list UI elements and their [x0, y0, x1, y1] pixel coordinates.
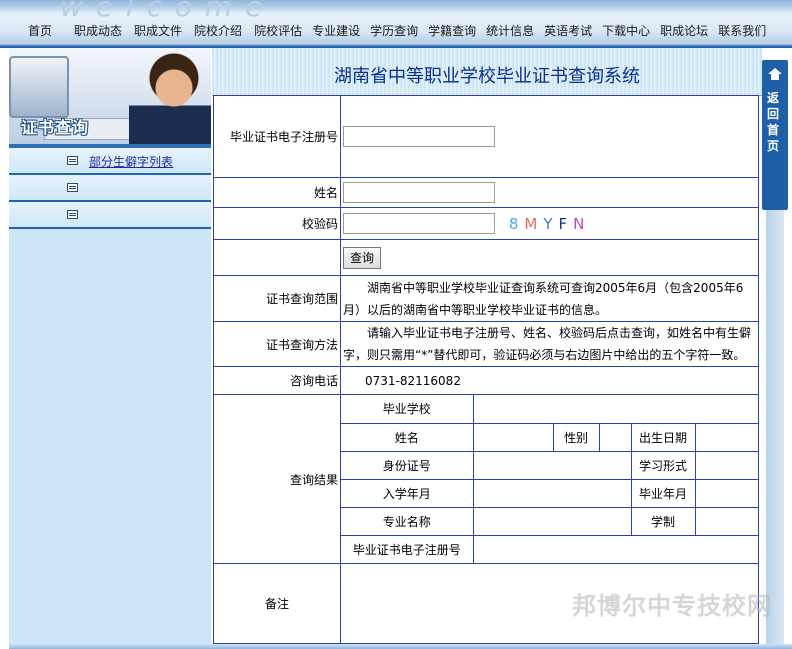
- result-graduate-value: [694, 478, 760, 508]
- nav-item-downloads[interactable]: 下载中心: [602, 20, 650, 42]
- scope-label: 证书查询范围: [213, 275, 341, 322]
- phone-value: 0731-82116082: [365, 373, 461, 388]
- result-table: 毕业学校 姓名 性别 出生日期 身份证号 学习形式 入学年月 毕业年月 专业名称…: [341, 395, 760, 563]
- captcha-input[interactable]: [343, 213, 495, 234]
- page-title: 湖南省中等职业学校毕业证书查询系统: [334, 66, 640, 87]
- site-watermark: 邦博尔中专技校网: [572, 592, 772, 620]
- sidebar-item-rare-chars[interactable]: 部分生僻字列表: [9, 148, 211, 175]
- sidebar-item-label[interactable]: 部分生僻字列表: [89, 153, 173, 170]
- method-text: 请输入毕业证书电子注册号、姓名、校验码后点击查询，如姓名中有生僻字，则只需用“*…: [343, 326, 752, 362]
- bottom-border: [9, 644, 792, 649]
- nav-item-schools[interactable]: 院校介绍: [194, 20, 242, 42]
- nav-item-contact[interactable]: 联系我们: [718, 20, 766, 42]
- sidebar-item-empty-2[interactable]: [9, 202, 211, 229]
- document-icon: [67, 156, 78, 165]
- result-school-value: [472, 395, 760, 424]
- result-duration-value: [694, 506, 760, 536]
- result-major-value: [472, 506, 632, 536]
- query-form: 毕业证书电子注册号 姓名 校验码 8MYFN 查询 证书查询范围 湖南省中等职业…: [213, 95, 760, 644]
- cert-number-cell: [340, 95, 759, 178]
- result-major-label: 专业名称: [341, 506, 474, 536]
- result-birth-label: 出生日期: [630, 422, 696, 452]
- nav-item-degree-query[interactable]: 学历查询: [370, 20, 418, 42]
- result-birth-value: [694, 422, 760, 452]
- nav-item-majors[interactable]: 专业建设: [312, 20, 360, 42]
- nav-item-documents[interactable]: 职成文件: [134, 20, 182, 42]
- name-label: 姓名: [213, 177, 341, 208]
- monitor-illustration: [9, 56, 69, 118]
- nav-item-news[interactable]: 职成动态: [74, 20, 122, 42]
- document-icon: [67, 210, 78, 219]
- sidebar-title: 证书查询: [21, 118, 90, 137]
- captcha-image: 8MYFN: [509, 215, 591, 233]
- result-id-value: [472, 450, 632, 480]
- sidebar-item-empty-1[interactable]: [9, 175, 211, 202]
- result-name-label: 姓名: [341, 422, 474, 452]
- captcha-char: 8: [508, 215, 525, 233]
- main-header: 湖南省中等职业学校毕业证书查询系统: [212, 48, 762, 96]
- captcha-char: Y: [543, 215, 559, 233]
- name-cell: [340, 177, 759, 208]
- captcha-label: 校验码: [213, 207, 341, 240]
- document-icon: [67, 183, 78, 192]
- home-icon: [768, 68, 782, 80]
- result-school-label: 毕业学校: [341, 395, 474, 424]
- result-cert-value: [472, 534, 760, 563]
- nav-item-english-exam[interactable]: 英语考试: [544, 20, 592, 42]
- phone-label: 咨询电话: [213, 366, 341, 395]
- method-cell: 请输入毕业证书电子注册号、姓名、校验码后点击查询，如姓名中有生僻字，则只需用“*…: [340, 321, 759, 367]
- result-study-form-label: 学习形式: [630, 450, 696, 480]
- captcha-char: N: [573, 215, 591, 233]
- result-gender-value: [598, 422, 632, 452]
- nav-item-statistics[interactable]: 统计信息: [486, 20, 534, 42]
- result-graduate-label: 毕业年月: [630, 478, 696, 508]
- name-input[interactable]: [343, 182, 495, 203]
- result-enroll-label: 入学年月: [341, 478, 474, 508]
- sidebar: 证书查询 部分生僻字列表: [9, 48, 211, 644]
- nav-item-home[interactable]: 首页: [28, 20, 52, 42]
- result-enroll-value: [472, 478, 632, 508]
- nav-item-forum[interactable]: 职成论坛: [660, 20, 708, 42]
- right-side-strip: [766, 210, 784, 644]
- sidebar-banner-image: 证书查询: [9, 48, 211, 148]
- cert-number-label: 毕业证书电子注册号: [213, 95, 341, 178]
- captcha-char: F: [558, 215, 574, 233]
- top-banner: w e l c o m e 首页 职成动态 职成文件 院校介绍 院校评估 专业建…: [0, 0, 792, 48]
- result-study-form-value: [694, 450, 760, 480]
- return-home-label: 返回首页: [767, 91, 780, 153]
- cert-number-input[interactable]: [343, 126, 495, 147]
- result-label: 查询结果: [213, 394, 341, 564]
- method-label: 证书查询方法: [213, 321, 341, 367]
- scope-cell: 湖南省中等职业学校毕业证查询系统可查询2005年6月（包含2005年6月）以后的…: [340, 275, 759, 322]
- button-row-spacer: [213, 239, 341, 276]
- main-nav: 首页 职成动态 职成文件 院校介绍 院校评估 专业建设 学历查询 学籍查询 统计…: [0, 20, 792, 42]
- result-duration-label: 学制: [630, 506, 696, 536]
- button-cell: 查询: [340, 239, 759, 276]
- operator-illustration: [129, 50, 211, 148]
- result-cert-label: 毕业证书电子注册号: [341, 534, 474, 563]
- result-gender-label: 性别: [552, 422, 600, 452]
- return-home-button[interactable]: 返回首页: [762, 60, 788, 210]
- query-button[interactable]: 查询: [343, 246, 382, 269]
- result-name-value: [472, 422, 554, 452]
- phone-cell: 0731-82116082: [340, 366, 759, 395]
- remark-label: 备注: [213, 563, 341, 644]
- result-id-label: 身份证号: [341, 450, 474, 480]
- captcha-char: M: [524, 215, 544, 233]
- captcha-cell: 8MYFN: [340, 207, 759, 240]
- nav-item-evaluation[interactable]: 院校评估: [254, 20, 302, 42]
- scope-text: 湖南省中等职业学校毕业证查询系统可查询2005年6月（包含2005年6月）以后的…: [343, 280, 744, 317]
- result-cell: 毕业学校 姓名 性别 出生日期 身份证号 学习形式 入学年月 毕业年月 专业名称…: [340, 394, 760, 564]
- nav-item-status-query[interactable]: 学籍查询: [428, 20, 476, 42]
- sidebar-menu: 部分生僻字列表: [9, 148, 211, 229]
